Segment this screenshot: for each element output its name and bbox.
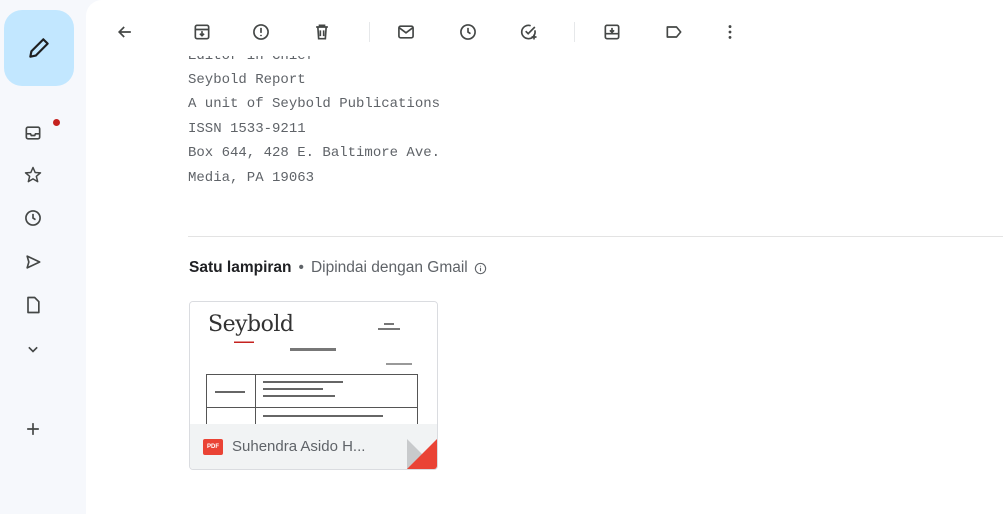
attachment-name: Suhendra Asido H... [232, 438, 366, 455]
report-spam-icon[interactable] [249, 20, 273, 44]
signature-line: ISSN 1533-9211 [188, 120, 306, 137]
archive-icon[interactable] [190, 20, 214, 44]
back-icon[interactable] [113, 20, 137, 44]
signature-cut-line: Editor in Chief [188, 56, 315, 64]
toolbar-separator [574, 22, 575, 42]
star-icon[interactable] [22, 164, 44, 186]
label-icon[interactable] [662, 20, 686, 44]
page-fold-icon [407, 439, 437, 469]
clock-icon[interactable] [22, 207, 44, 229]
signature-line: Seybold Report [188, 72, 306, 88]
preview-corner-text [378, 320, 400, 332]
plus-icon[interactable] [22, 418, 44, 440]
preview-table [206, 374, 418, 425]
chevron-down-icon[interactable] [22, 338, 44, 360]
more-icon[interactable] [718, 20, 742, 44]
add-to-tasks-icon[interactable] [517, 20, 541, 44]
message-panel: Editor in Chief Seybold Report A unit of… [86, 0, 1003, 514]
attachments-divider [188, 236, 1003, 237]
preview-logo-sub: ▬▬▬▬ [234, 339, 254, 345]
unread-badge [53, 119, 60, 126]
toolbar-separator [369, 22, 370, 42]
compose-button[interactable] [4, 10, 74, 86]
pdf-icon: PDF [203, 438, 223, 455]
attachment-preview: Seybold ▬▬▬▬ [190, 302, 437, 425]
preview-logo: Seybold [208, 312, 294, 337]
signature-line: Box 644, 428 E. Baltimore Ave. [188, 145, 441, 162]
inbox-icon[interactable] [22, 122, 44, 144]
message-toolbar [86, 0, 1003, 62]
info-icon[interactable] [474, 262, 487, 275]
header-separator: • [298, 259, 304, 276]
snooze-icon[interactable] [456, 20, 480, 44]
preview-title-line [290, 348, 336, 351]
delete-icon[interactable] [310, 20, 334, 44]
signature-line: Media, PA 19063 [188, 169, 315, 186]
attachment-count: Satu lampiran [189, 259, 292, 276]
pencil-icon [29, 38, 49, 58]
signature-line: A unit of Seybold Publications [188, 96, 441, 113]
draft-icon[interactable] [22, 294, 44, 316]
attachments-header: Satu lampiran • Dipindai dengan Gmail [189, 259, 487, 277]
preview-date-line [386, 363, 412, 365]
send-icon[interactable] [22, 251, 44, 273]
mark-unread-icon[interactable] [394, 20, 418, 44]
email-signature: Editor in Chief Seybold Report A unit of… [188, 56, 440, 190]
left-rail [0, 0, 86, 514]
scanned-label: Dipindai dengan Gmail [310, 259, 468, 276]
attachment-footer: PDF Suhendra Asido H... [190, 424, 437, 469]
move-to-icon[interactable] [600, 20, 624, 44]
attachment-card[interactable]: Seybold ▬▬▬▬ PDF Suhendra Asido H... [189, 301, 438, 470]
